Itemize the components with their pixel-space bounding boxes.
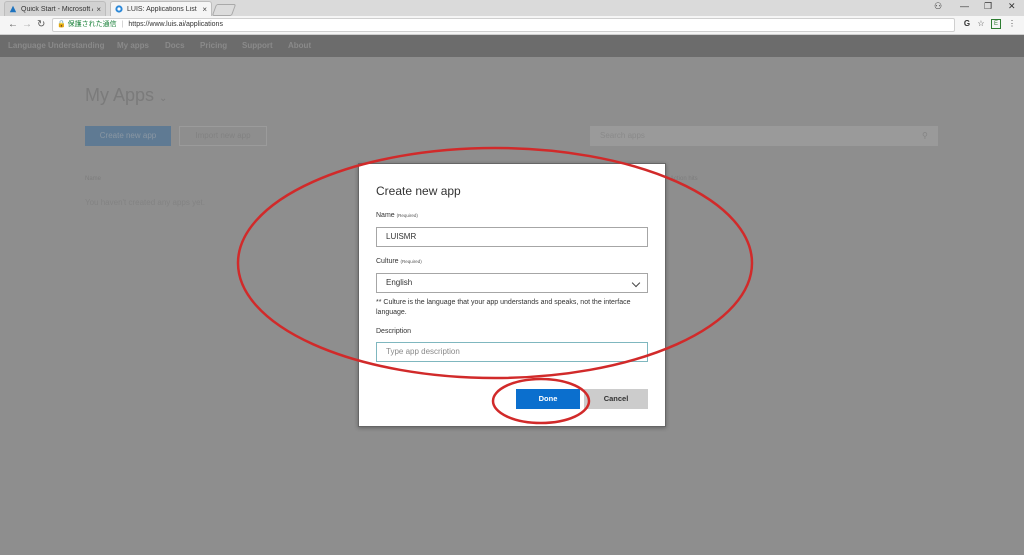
annotation-overlay (236, 146, 754, 425)
annotation-ellipse-done (491, 377, 591, 425)
annotation-ellipse-form (236, 146, 754, 380)
